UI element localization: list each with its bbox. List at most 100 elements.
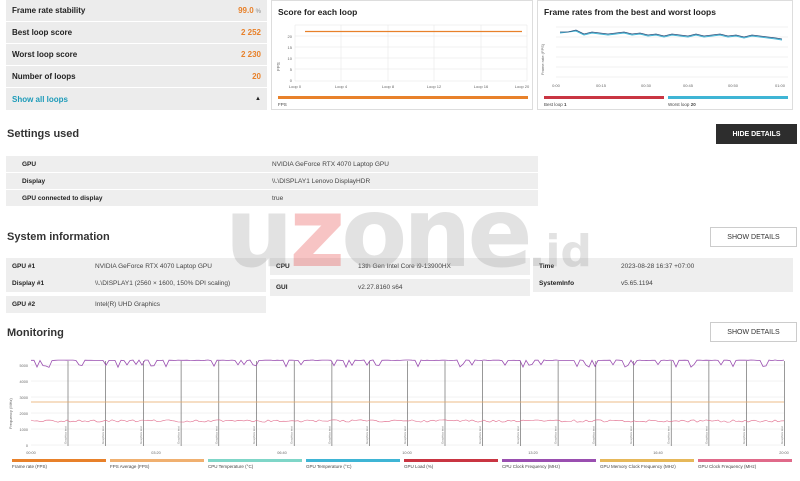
watermark-part: u: [225, 177, 293, 289]
legend-label: GPU Memory Clock Frequency (MHz): [600, 464, 676, 469]
loop-marker-label: Graphics test: [516, 426, 520, 444]
worst-loop-value: 20: [690, 102, 696, 107]
legend-swatch: [698, 459, 792, 462]
y-tick: 4000: [20, 380, 28, 384]
x-tick: 00:15: [596, 83, 607, 88]
settings-key: GPU: [22, 160, 37, 168]
y-tick: 10: [288, 56, 293, 61]
grid: [294, 24, 528, 82]
x-tick: 16:40: [653, 451, 663, 455]
legend-swatch: [404, 459, 498, 462]
x-tick: Loop 12: [427, 84, 442, 89]
score-per-loop-card: Score for each loop FPS 20 15 10 5 0 Loo…: [271, 0, 533, 110]
x-tick: 00:30: [641, 83, 652, 88]
best-loop-swatch: [544, 96, 664, 99]
x-tick: 00:45: [683, 83, 694, 88]
caret-up-icon[interactable]: ▲: [255, 96, 261, 102]
y-tick: 0: [290, 78, 293, 83]
x-tick: 01:00: [775, 83, 786, 88]
legend-label: GPU Temperature (°C): [306, 464, 352, 469]
sys-value: Intel(R) UHD Graphics: [95, 301, 161, 308]
stats-panel: Frame rate stability 99.0% Best loop sco…: [6, 0, 267, 110]
monitoring-chart: Frequency (MHz) 5000 4000 3000 2000 1000…: [8, 359, 789, 455]
y-tick: 2000: [20, 412, 28, 416]
system-info-title: System information: [7, 231, 110, 243]
worst-loop-swatch: [668, 96, 788, 99]
monitoring-show-details-button[interactable]: SHOW DETAILS: [710, 322, 797, 342]
loop-marker-label: Graphics test: [365, 426, 369, 444]
x-tick: Loop 0: [289, 84, 302, 89]
legend-label: CPU Clock Frequency (MHz): [502, 464, 561, 469]
x-ticks: 0:00 00:15 00:30 00:45 00:50 01:00: [552, 83, 786, 88]
best-loop-line: [560, 29, 783, 40]
x-tick: 03:20: [151, 451, 161, 455]
monitoring-title: Monitoring: [7, 327, 64, 339]
stat-frame-rate-stability: Frame rate stability 99.0%: [6, 0, 267, 22]
sys-value: NVIDIA GeForce RTX 4070 Laptop GPU: [95, 263, 212, 270]
loop-markers: Graphics test Graphics test Graphics test G…: [64, 361, 785, 446]
system-show-details-button[interactable]: SHOW DETAILS: [710, 227, 797, 247]
legend-swatch: [12, 459, 106, 462]
legend-swatch: [502, 459, 596, 462]
score-chart: FPS 20 15 10 5 0 Loop 0 Loop 4 Loop 8 Lo…: [276, 24, 530, 89]
worst-loop-label: Worst loop: [668, 102, 690, 107]
stat-label: Frame rate stability: [12, 6, 86, 15]
stat-number: 99.0: [238, 6, 254, 15]
fps-legend-swatch: [278, 96, 528, 99]
x-tick: Loop 20: [515, 84, 530, 89]
sys-key: GPU #2: [12, 301, 36, 308]
x-tick: 10:00: [402, 451, 412, 455]
x-tick: Loop 4: [335, 84, 348, 89]
settings-value: NVIDIA GeForce RTX 4070 Laptop GPU: [272, 160, 389, 168]
stat-label: Worst loop score: [12, 50, 78, 59]
sys-key: SystemInfo: [539, 280, 575, 287]
best-loop-label: Best loop: [544, 102, 563, 107]
legend-label: FPS Average (FPS): [110, 464, 150, 469]
y-tick: 1000: [20, 428, 28, 432]
watermark-part: z: [289, 177, 345, 289]
frame-rate-chart: Frame rate (FPS) 0:00 00:15 00:30 00:45 …: [540, 26, 788, 88]
sys-key: GPU #1: [12, 263, 36, 270]
y-tick: 0: [26, 444, 28, 448]
loop-marker-label: Graphics test: [177, 426, 181, 444]
loop-marker-label: Graphics test: [478, 426, 482, 444]
stat-value: 2 252: [240, 28, 261, 37]
x-tick: Loop 16: [474, 84, 489, 89]
x-ticks: 00:00 03:20 06:40 10:00 13:20 16:40 20:0…: [26, 451, 789, 455]
frame-rates-card: Frame rates from the best and worst loop…: [537, 0, 793, 110]
fps-legend-label: FPS: [278, 102, 287, 107]
show-all-loops-link[interactable]: Show all loops: [12, 95, 68, 104]
y-ticks: 5000 4000 3000 2000 1000 0: [20, 364, 28, 448]
y-tick: 5000: [20, 364, 28, 368]
loop-marker-label: Graphics test: [101, 426, 105, 444]
x-tick: 00:50: [728, 83, 739, 88]
legend-swatch: [306, 459, 400, 462]
stat-value: 2 230: [240, 50, 261, 59]
stat-label: Best loop score: [12, 28, 73, 37]
loop-marker-label: Graphics test: [742, 426, 746, 444]
best-loop-legend: Best loop 1: [544, 102, 567, 107]
x-tick: 06:40: [277, 451, 287, 455]
settings-title: Settings used: [7, 128, 80, 140]
x-tick: 20:00: [779, 451, 789, 455]
stat-unit: %: [255, 9, 261, 15]
loop-marker-label: Graphics test: [214, 426, 218, 444]
watermark-part: one: [341, 177, 532, 289]
x-tick: 13:20: [528, 451, 538, 455]
watermark-part: .id: [528, 226, 592, 277]
sys-gpu2: GPU #2 Intel(R) UHD Graphics: [6, 296, 266, 313]
show-all-loops-toggle[interactable]: Show all loops ▲: [6, 88, 267, 110]
sys-key: Display #1: [12, 280, 45, 287]
settings-row-gpu: GPU NVIDIA GeForce RTX 4070 Laptop GPU: [6, 156, 538, 173]
y-axis-label: Frequency (MHz): [8, 397, 13, 429]
loop-marker-label: Graphics test: [554, 426, 558, 444]
y-tick: 20: [288, 34, 293, 39]
legend-label: GPU Load (%): [404, 464, 434, 469]
x-tick: 00:00: [26, 451, 36, 455]
loop-marker-label: Graphics test: [64, 426, 68, 444]
legend-swatch: [600, 459, 694, 462]
x-tick: Loop 8: [382, 84, 395, 89]
hide-details-button[interactable]: HIDE DETAILS: [716, 124, 797, 144]
best-loop-value: 1: [564, 102, 567, 107]
loop-marker-label: Graphics test: [290, 426, 294, 444]
